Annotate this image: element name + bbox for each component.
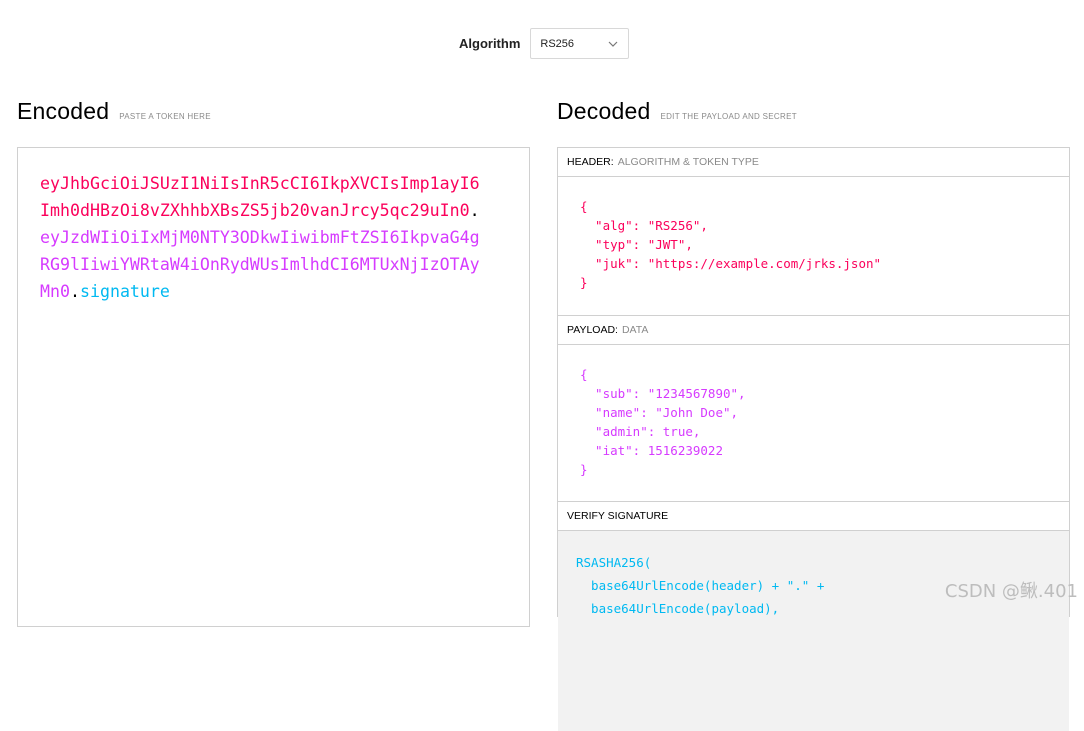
- payload-panel-title: PAYLOAD: DATA: [558, 316, 1069, 345]
- token-text[interactable]: eyJhbGciOiJSUzI1NiIsInR5cCI6IkpXVCIsImp1…: [40, 170, 480, 305]
- payload-panel-sub: DATA: [621, 324, 649, 336]
- header-panel-title: HEADER: ALGORITHM & TOKEN TYPE: [558, 148, 1069, 177]
- decoded-heading: Decoded EDIT THE PAYLOAD AND SECRET: [557, 98, 797, 125]
- code-line: "sub": "1234567890",: [580, 386, 746, 401]
- header-json-editor[interactable]: { "alg": "RS256", "typ": "JWT", "juk": "…: [558, 177, 1069, 316]
- encoded-hint: PASTE A TOKEN HERE: [119, 112, 211, 121]
- algorithm-label: Algorithm: [459, 36, 521, 51]
- token-separator: .: [469, 201, 480, 220]
- payload-json-editor[interactable]: { "sub": "1234567890", "name": "John Doe…: [558, 345, 1069, 502]
- code-line: RSASHA256(: [576, 555, 652, 570]
- token-separator: .: [69, 282, 80, 301]
- decoded-hint: EDIT THE PAYLOAD AND SECRET: [660, 112, 797, 121]
- chevron-down-icon: [608, 41, 618, 47]
- algorithm-select-value: RS256: [540, 37, 575, 50]
- verify-panel-label: VERIFY SIGNATURE: [567, 510, 669, 522]
- code-line: {: [580, 199, 588, 214]
- code-line: "admin": true,: [580, 424, 701, 439]
- code-line: "juk": "https://example.com/jrks.json": [580, 256, 882, 271]
- encoded-title: Encoded: [17, 98, 110, 124]
- decoded-title: Decoded: [557, 98, 651, 124]
- watermark: CSDN @鳅.401: [944, 581, 1078, 602]
- code-line: "alg": "RS256",: [580, 218, 708, 233]
- code-line: "name": "John Doe",: [580, 405, 739, 420]
- code-line: "iat": 1516239022: [580, 443, 723, 458]
- verify-panel-title: VERIFY SIGNATURE: [558, 502, 1069, 531]
- verify-signature-editor[interactable]: RSASHA256( base64UrlEncode(header) + "."…: [558, 531, 1069, 731]
- code-line: {: [580, 367, 588, 382]
- algorithm-select[interactable]: RS256: [530, 28, 630, 59]
- code-line: "typ": "JWT",: [580, 237, 693, 252]
- header-panel-label: HEADER:: [567, 156, 614, 168]
- algorithm-row: Algorithm RS256: [459, 27, 630, 60]
- encoded-token-editor[interactable]: eyJhbGciOiJSUzI1NiIsInR5cCI6IkpXVCIsImp1…: [17, 147, 530, 627]
- code-line: }: [580, 462, 588, 477]
- token-signature-part: signature: [79, 282, 170, 301]
- code-line: }: [580, 275, 588, 290]
- payload-panel-label: PAYLOAD:: [567, 324, 618, 336]
- token-header-part: eyJhbGciOiJSUzI1NiIsInR5cCI6IkpXVCIsImp1…: [40, 174, 480, 220]
- header-panel-sub: ALGORITHM & TOKEN TYPE: [617, 156, 759, 168]
- encoded-heading: Encoded PASTE A TOKEN HERE: [17, 98, 211, 125]
- decoded-panel: HEADER: ALGORITHM & TOKEN TYPE { "alg": …: [557, 147, 1070, 731]
